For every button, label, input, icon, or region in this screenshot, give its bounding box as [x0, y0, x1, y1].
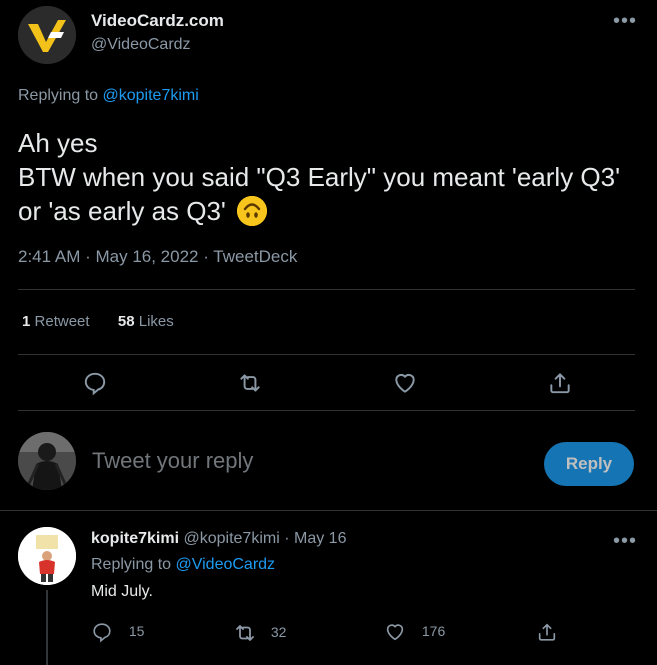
reply-icon[interactable]	[82, 370, 108, 401]
replying-to-link[interactable]: @kopite7kimi	[103, 87, 199, 104]
divider	[18, 410, 635, 411]
divider	[18, 289, 635, 290]
tweet-text: Ah yes BTW when you said "Q3 Early" you …	[18, 126, 628, 228]
upside-down-face-icon	[237, 196, 268, 226]
videocardz-logo	[18, 6, 76, 64]
reply-input[interactable]: Tweet your reply	[92, 448, 253, 474]
reply-author: kopite7kimi @kopite7kimi · May 16	[91, 530, 346, 548]
reply-text: Mid July.	[91, 583, 153, 600]
reply-more-options-icon[interactable]: •••	[613, 531, 637, 551]
retweets-stat[interactable]: 1 Retweet	[22, 313, 90, 330]
reply-author-name[interactable]: kopite7kimi	[91, 530, 179, 547]
reply-reply-count: 15	[128, 622, 145, 639]
user-avatar[interactable]	[18, 432, 76, 490]
reply-button[interactable]: Reply	[544, 442, 634, 486]
reply-like-action[interactable]: 176	[384, 621, 445, 643]
reply-like-count: 176	[421, 622, 446, 639]
tweet-stats: 1 Retweet 58 Likes	[22, 313, 174, 330]
separator	[0, 510, 657, 511]
reply-retweet-count: 32	[270, 623, 287, 640]
tweet-timestamp[interactable]: 2:41 AM · May 16, 2022 · TweetDeck	[18, 247, 297, 267]
user-avatar-image	[18, 432, 76, 490]
reply-date[interactable]: · May 16	[284, 530, 346, 547]
tweet-text-line1: Ah yes	[18, 128, 98, 158]
reply-author-avatar[interactable]	[18, 527, 76, 585]
author-avatar[interactable]	[18, 6, 76, 64]
tweet-text-line2: BTW when you said "Q3 Early" you meant '…	[18, 162, 621, 226]
divider	[18, 354, 635, 355]
reply-author-avatar-image	[18, 527, 76, 585]
like-icon[interactable]	[392, 370, 418, 401]
replying-to: Replying to @kopite7kimi	[18, 87, 199, 105]
replying-prefix: Replying to	[18, 87, 99, 104]
reply-replying-to-link[interactable]: @VideoCardz	[176, 556, 276, 573]
reply-retweet-icon	[236, 625, 254, 641]
thread-line	[46, 590, 48, 665]
reply-replying-to: Replying to @VideoCardz	[91, 556, 275, 574]
reply-reply-action[interactable]: 15	[91, 621, 144, 643]
reply-author-handle[interactable]: @kopite7kimi	[183, 530, 279, 547]
reply-share-icon[interactable]	[536, 621, 558, 643]
reply-retweet-action[interactable]: 32	[233, 621, 286, 645]
reply-replying-prefix: Replying to	[91, 556, 172, 573]
author-handle[interactable]: @VideoCardz	[91, 36, 191, 54]
share-icon[interactable]	[547, 370, 573, 401]
reply-like-icon	[386, 624, 404, 641]
likes-stat[interactable]: 58 Likes	[118, 313, 174, 330]
author-name[interactable]: VideoCardz.com	[91, 11, 224, 31]
more-options-icon[interactable]: •••	[613, 11, 637, 31]
reply-reply-icon	[93, 623, 111, 643]
retweet-icon[interactable]	[237, 370, 263, 401]
